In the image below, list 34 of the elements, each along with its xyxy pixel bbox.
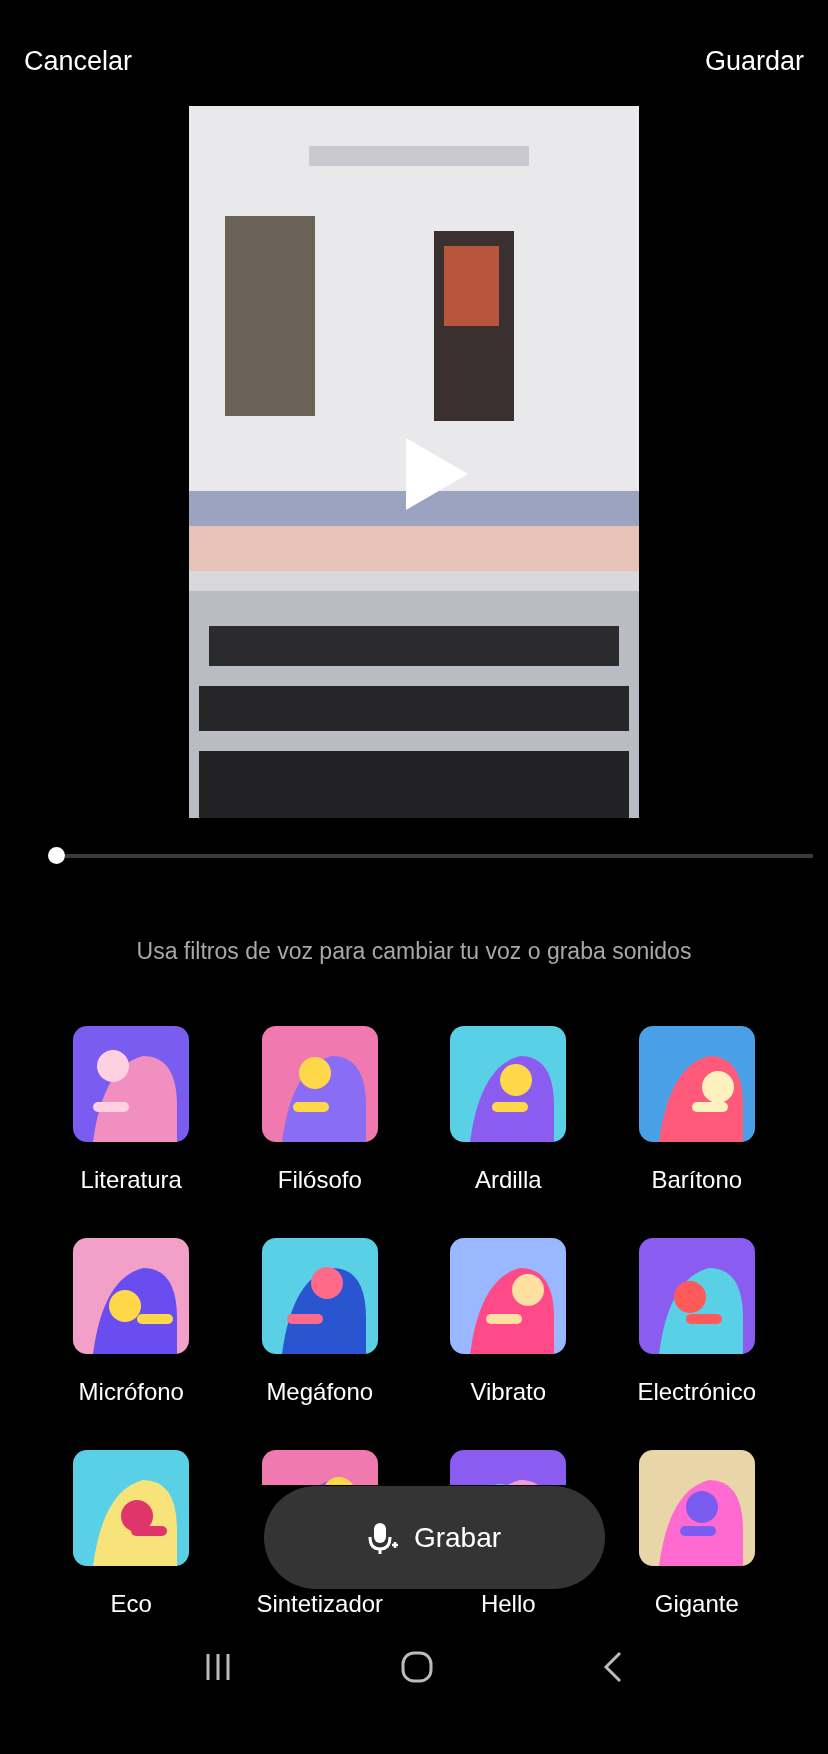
scrubber-thumb[interactable] bbox=[48, 847, 65, 864]
microphone-icon bbox=[367, 1520, 398, 1555]
effect-label: Literatura bbox=[80, 1164, 182, 1195]
recent-apps-icon[interactable] bbox=[204, 1652, 231, 1682]
abstract-art-icon[interactable] bbox=[450, 1025, 567, 1142]
save-button[interactable]: Guardar bbox=[704, 40, 804, 82]
effect-label: Hello bbox=[480, 1588, 536, 1619]
effect-label: Megáfono bbox=[266, 1376, 374, 1407]
abstract-art-icon[interactable] bbox=[261, 1237, 378, 1354]
back-icon[interactable] bbox=[603, 1651, 624, 1683]
abstract-art-icon[interactable] bbox=[638, 1025, 755, 1142]
effect-label: Micrófono bbox=[78, 1376, 184, 1407]
abstract-art-icon[interactable] bbox=[73, 1237, 190, 1354]
hint-text: Usa filtros de voz para cambiar tu voz o graba sonidos bbox=[135, 937, 693, 966]
effect-label: Eco bbox=[110, 1588, 152, 1619]
abstract-art-icon[interactable] bbox=[450, 1237, 567, 1354]
abstract-art-icon[interactable] bbox=[261, 1025, 378, 1142]
effect-label: Vibrato bbox=[470, 1376, 547, 1407]
cancel-button[interactable]: Cancelar bbox=[24, 40, 133, 82]
abstract-art-icon[interactable] bbox=[638, 1237, 755, 1354]
effect-label: Gigante bbox=[654, 1588, 739, 1619]
effect-label: Ardilla bbox=[474, 1164, 542, 1195]
effect-label: Filósofo bbox=[277, 1164, 362, 1195]
abstract-art-icon[interactable] bbox=[450, 1449, 567, 1485]
record-button[interactable]: Grabar bbox=[264, 1486, 605, 1589]
abstract-art-icon[interactable] bbox=[73, 1025, 190, 1142]
effect-label: Sintetizador bbox=[256, 1588, 384, 1619]
scrubber-track[interactable] bbox=[65, 853, 813, 858]
effect-label: Barítono bbox=[651, 1164, 743, 1195]
abstract-art-icon[interactable] bbox=[638, 1449, 755, 1566]
abstract-art-icon[interactable] bbox=[73, 1449, 190, 1566]
effect-label: Electrónico bbox=[637, 1376, 757, 1407]
abstract-art-icon[interactable] bbox=[261, 1449, 378, 1485]
home-icon[interactable] bbox=[400, 1650, 434, 1684]
